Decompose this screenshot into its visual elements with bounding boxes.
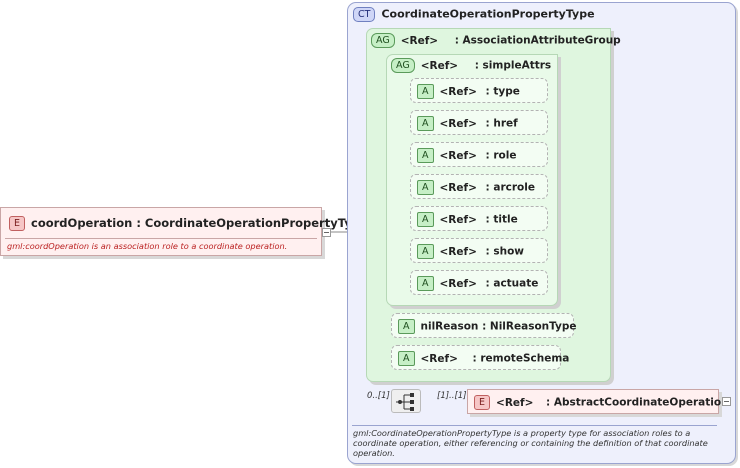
simple-attrs-ref: <Ref> [420, 59, 459, 72]
sequence-cardinality-left: 0..[1] [367, 391, 390, 401]
attribute-arcrole[interactable]: A <Ref> : arcrole [410, 174, 548, 199]
sequence-cardinality-right: [1]..[1] [437, 391, 467, 401]
attribute-badge: A [417, 276, 434, 291]
remote-schema-name: : remoteSchema [472, 352, 570, 365]
element-badge: E [9, 216, 26, 231]
attribute-ref: <Ref> [439, 245, 477, 258]
attribute-name: : arcrole [485, 181, 535, 194]
attribute-ref: <Ref> [439, 213, 477, 226]
attribute-ref: <Ref> [439, 149, 477, 162]
attribute-badge: A [417, 244, 434, 259]
complex-type-description: gml:CoordinateOperationPropertyType is a… [353, 428, 708, 458]
element-divider [5, 238, 317, 239]
attribute-name: : type [485, 85, 520, 98]
complex-type-title: CT CoordinateOperationPropertyType [353, 7, 595, 22]
element-description: gml:coordOperation is an association rol… [7, 241, 288, 251]
element-badge: E [474, 395, 491, 410]
remote-schema-ref: <Ref> [420, 352, 458, 365]
sequence-icon [396, 393, 414, 411]
attribute-name: : actuate [485, 277, 539, 290]
abstract-op-ref: <Ref> [496, 396, 534, 409]
nil-reason-name: nilReason [420, 320, 479, 333]
abstract-coordinate-operation-element[interactable]: E <Ref> : AbstractCoordinateOperation [467, 389, 729, 414]
attribute-role[interactable]: A <Ref> : role [410, 142, 548, 167]
nil-reason-type: : NilReasonType [482, 320, 577, 333]
attribute-badge: A [417, 180, 434, 195]
attribute-badge: A [417, 116, 434, 131]
attribute-ref: <Ref> [439, 117, 477, 130]
complex-type-divider [352, 425, 717, 426]
simple-attrs-name: : simpleAttrs [474, 59, 552, 72]
attribute-actuate[interactable]: A <Ref> : actuate [410, 270, 548, 295]
sequence-compositor[interactable] [391, 389, 421, 413]
element-name: coordOperation [31, 216, 133, 230]
attribute-badge: A [398, 351, 415, 366]
element-collapse-icon[interactable] [322, 228, 331, 237]
attribute-name: : title [485, 213, 518, 226]
attribute-group-badge: AG [371, 33, 395, 48]
association-group-name: : AssociationAttributeGroup [454, 34, 621, 47]
attribute-group-badge: AG [391, 58, 415, 73]
attribute-badge: A [417, 84, 434, 99]
attribute-ref: <Ref> [439, 277, 477, 290]
attribute-href[interactable]: A <Ref> : href [410, 110, 548, 135]
attribute-ref: <Ref> [439, 181, 477, 194]
attribute-badge: A [398, 319, 415, 334]
complex-type-badge: CT [353, 7, 376, 22]
attribute-ref: <Ref> [439, 85, 477, 98]
attribute-name: : role [485, 149, 517, 162]
abstract-op-collapse-icon[interactable] [722, 397, 731, 406]
attribute-nil-reason[interactable]: AnilReason : NilReasonType [391, 313, 577, 338]
attribute-type[interactable]: A <Ref> : type [410, 78, 548, 103]
attribute-remote-schema[interactable]: A <Ref> : remoteSchema [391, 345, 569, 370]
association-attribute-group-title[interactable]: AG <Ref> : AssociationAttributeGroup [371, 33, 621, 48]
attribute-badge: A [417, 212, 434, 227]
attribute-name: : href [485, 117, 518, 130]
association-group-ref: <Ref> [400, 34, 439, 47]
abstract-op-name: : AbstractCoordinateOperation [546, 396, 729, 409]
coord-operation-element[interactable]: EcoordOperation : CoordinateOperationPro… [0, 207, 368, 256]
attribute-name: : show [485, 245, 525, 258]
element-type: : CoordinateOperationPropertyType [136, 216, 368, 230]
complex-type-name: CoordinateOperationPropertyType [381, 7, 595, 21]
attribute-title[interactable]: A <Ref> : title [410, 206, 548, 231]
attribute-show[interactable]: A <Ref> : show [410, 238, 548, 263]
simple-attrs-title[interactable]: AG <Ref> : simpleAttrs [391, 58, 551, 73]
attribute-badge: A [417, 148, 434, 163]
